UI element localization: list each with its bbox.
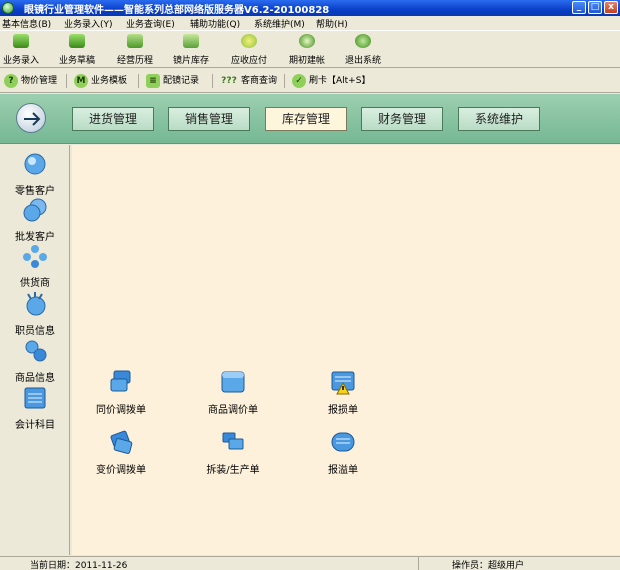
current-date: 当前日期：2011-11-26: [30, 561, 128, 570]
price-change-transfer-icon: [110, 430, 133, 454]
operator: 操作员：超级用户: [452, 561, 525, 570]
overflow-report-button[interactable]: 报溢单: [298, 429, 388, 476]
business-template-button[interactable]: M 业务模板: [74, 73, 127, 89]
setup-icon: [299, 34, 315, 48]
toolbar-exit-button[interactable]: 退出系统: [334, 34, 392, 66]
price-adjust-button[interactable]: 商品调价单: [188, 369, 278, 416]
price-change-transfer-button[interactable]: 变价调拨单: [76, 429, 166, 476]
menu-aux-functions[interactable]: 辅助功能(Q): [190, 17, 240, 30]
card-swipe-button[interactable]: ✓ 刷卡【Alt+S】: [292, 73, 370, 89]
toolbar-separator: [212, 74, 213, 88]
content-area: 同价调拨单 商品调价单 报损单 变价调拨单 拆装/生产单 报溢单: [72, 145, 620, 555]
history-icon: [127, 34, 143, 48]
tab-system[interactable]: 系统维护: [458, 107, 540, 131]
menu-business-query[interactable]: 业务查询(E): [126, 17, 175, 30]
transfer-icon: [110, 370, 131, 392]
question-icon: ?: [4, 73, 18, 88]
same-price-transfer-button[interactable]: 同价调拨单: [76, 369, 166, 416]
toolbar-business-draft-button[interactable]: 业务草稿: [48, 34, 106, 66]
list-icon: [13, 34, 29, 48]
wholesale-customer-icon: [23, 198, 47, 222]
toolbar-receivable-button[interactable]: 应收应付: [220, 34, 278, 66]
main-toolbar: 业务录入 业务草稿 经营历程 镜片库存 应收应付 期初建帐 退出系统: [0, 30, 620, 68]
sidebar-item-retail-customer[interactable]: 零售客户: [0, 151, 70, 197]
tab-finance[interactable]: 财务管理: [361, 107, 443, 131]
toolbar-setup-button[interactable]: 期初建帐: [278, 34, 336, 66]
toolbar-separator: [138, 74, 139, 88]
toolbar-separator: [284, 74, 285, 88]
supplier-icon: [23, 245, 47, 268]
lens-stock-icon: [183, 34, 199, 48]
retail-customer-icon: [24, 153, 46, 175]
arrow-right-icon: [24, 112, 41, 126]
secondary-toolbar: ? 物价管理 M 业务模板 ≡ 配镜记录 ??? 客商查询 ✓ 刷卡【Alt+S】: [0, 69, 620, 93]
status-bar: 当前日期：2011-11-26 操作员：超级用户: [0, 556, 620, 570]
card-icon: ✓: [292, 73, 306, 88]
query-icon: ???: [221, 75, 237, 86]
toolbar-separator: [66, 74, 67, 88]
account-icon: [24, 387, 46, 409]
sidebar-item-product[interactable]: 商品信息: [0, 338, 70, 384]
nav-arrow-button[interactable]: [16, 103, 46, 133]
sidebar-item-account[interactable]: 会计科目: [0, 385, 70, 431]
sidebar: 零售客户 批发客户 供货商 职员信息 商品信息 会计科目: [0, 145, 70, 555]
module-nav: 进货管理 销售管理 库存管理 财务管理 系统维护: [0, 94, 620, 144]
assembly-production-button[interactable]: 拆装/生产单: [188, 429, 278, 476]
toolbar-lens-stock-button[interactable]: 镜片库存: [162, 34, 220, 66]
tab-purchase[interactable]: 进货管理: [72, 107, 154, 131]
tab-inventory[interactable]: 库存管理: [265, 107, 347, 131]
menu-basic-info[interactable]: 基本信息(B): [2, 17, 51, 30]
price-adjust-icon: [221, 371, 245, 393]
toolbar-business-entry-button[interactable]: 业务录入: [0, 34, 50, 66]
glasses-record-button[interactable]: ≡ 配镜记录: [146, 73, 199, 89]
minimize-button[interactable]: _: [572, 1, 586, 14]
sidebar-item-wholesale-customer[interactable]: 批发客户: [0, 197, 70, 243]
menu-help[interactable]: 帮助(H): [316, 17, 348, 30]
overflow-report-icon: [331, 432, 355, 452]
client-query-button[interactable]: ??? 客商查询: [220, 73, 277, 89]
tab-sales[interactable]: 销售管理: [168, 107, 250, 131]
close-button[interactable]: x: [604, 1, 618, 14]
app-icon: [2, 2, 14, 14]
m-icon: M: [74, 73, 88, 88]
menu-system-maintenance[interactable]: 系统维护(M): [254, 17, 305, 30]
record-icon: ≡: [146, 73, 160, 88]
menu-bar: 基本信息(B) 业务录入(Y) 业务查询(E) 辅助功能(Q) 系统维护(M) …: [0, 16, 620, 30]
maximize-button[interactable]: □: [588, 1, 602, 14]
draft-icon: [69, 34, 85, 48]
staff-icon: [26, 292, 46, 316]
menu-business-entry[interactable]: 业务录入(Y): [64, 17, 113, 30]
title-bar: 眼镜行业管理软件——智能系列总部网络版服务器V6.2-20100828 _ □ …: [0, 0, 620, 16]
product-icon: [25, 340, 47, 362]
loss-report-icon: [331, 371, 355, 395]
loss-report-button[interactable]: 报损单: [298, 369, 388, 416]
exit-icon: [355, 34, 371, 48]
status-separator: [418, 557, 419, 570]
sidebar-item-supplier[interactable]: 供货商: [0, 243, 70, 289]
toolbar-history-button[interactable]: 经营历程: [106, 34, 164, 66]
receivable-icon: [241, 34, 257, 48]
price-management-button[interactable]: ? 物价管理: [4, 73, 57, 89]
sidebar-item-staff[interactable]: 职员信息: [0, 291, 70, 337]
assembly-icon: [222, 432, 244, 450]
window-title: 眼镜行业管理软件——智能系列总部网络版服务器V6.2-20100828: [24, 5, 330, 16]
